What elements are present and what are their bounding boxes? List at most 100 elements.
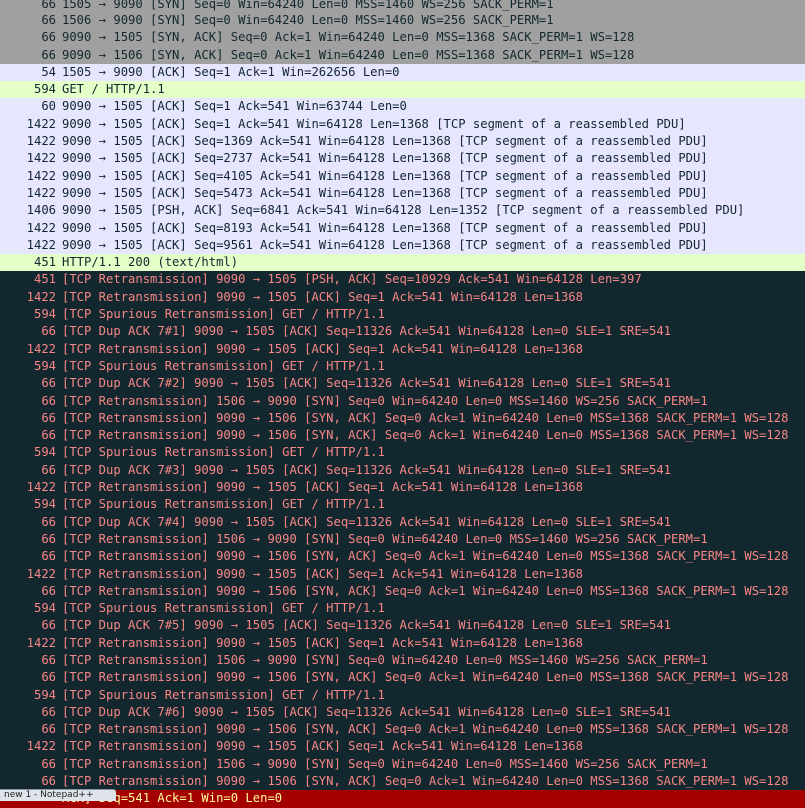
taskbar-notepad-item[interactable]: new 1 - Notepad++ <box>0 789 116 801</box>
packet-row[interactable]: ACK] Seq=541 Ack=1 Win=0 Len=0 <box>0 790 805 808</box>
packet-row[interactable]: 1422 [TCP Retransmission] 9090 → 1505 [AC… <box>0 738 805 756</box>
packet-info: 9090 → 1505 [ACK] Seq=1 Ack=541 Win=6412… <box>62 116 686 131</box>
packet-length: 594 <box>33 445 56 460</box>
packet-length: 66 <box>41 410 56 425</box>
packet-length: 66 <box>41 30 56 45</box>
packet-length: 1422 <box>26 134 56 149</box>
packet-row[interactable]: 66 [TCP Retransmission] 9090 → 1506 [SYN,… <box>0 721 805 739</box>
packet-info: [TCP Retransmission] 1506 → 9090 [SYN] S… <box>62 393 708 408</box>
packet-info: [TCP Retransmission] 9090 → 1506 [SYN, A… <box>62 670 789 685</box>
packet-info: [TCP Dup ACK 7#4] 9090 → 1505 [ACK] Seq=… <box>62 514 672 529</box>
packet-row[interactable]: 66 [TCP Dup ACK 7#5] 9090 → 1505 [ACK] Se… <box>0 617 805 635</box>
packet-row[interactable]: 1422 9090 → 1505 [ACK] Seq=1 Ack=541 Win=… <box>0 115 805 134</box>
packet-length: 451 <box>33 255 56 270</box>
packet-row[interactable]: 594 [TCP Spurious Retransmission] GET / H… <box>0 600 805 618</box>
packet-row[interactable]: 66 [TCP Retransmission] 9090 → 1506 [SYN,… <box>0 427 805 445</box>
packet-row[interactable]: 1422 [TCP Retransmission] 9090 → 1505 [AC… <box>0 288 805 307</box>
packet-length: 66 <box>41 514 56 529</box>
packet-row[interactable]: 451 HTTP/1.1 200 (text/html) <box>0 254 805 272</box>
packet-length: 66 <box>41 462 56 477</box>
packet-info: [TCP Retransmission] 9090 → 1506 [SYN, A… <box>62 774 789 789</box>
packet-length: 1422 <box>26 739 56 754</box>
packet-row[interactable]: 1422 [TCP Retransmission] 9090 → 1505 [AC… <box>0 634 805 652</box>
packet-list[interactable]: 66 1505 → 9090 [SYN] Seq=0 Win=64240 Len=… <box>0 0 805 808</box>
packet-row[interactable]: 66 [TCP Retransmission] 1506 → 9090 [SYN]… <box>0 755 805 774</box>
packet-row[interactable]: 1422 9090 → 1505 [ACK] Seq=1369 Ack=541 W… <box>0 133 805 151</box>
packet-row[interactable]: 66 9090 → 1506 [SYN, ACK] Seq=0 Ack=1 Win… <box>0 46 805 64</box>
packet-info: [TCP Retransmission] 9090 → 1505 [ACK] S… <box>62 635 583 650</box>
packet-row[interactable]: 66 [TCP Dup ACK 7#1] 9090 → 1505 [ACK] Se… <box>0 323 805 341</box>
packet-row[interactable]: 1422 9090 → 1505 [ACK] Seq=2737 Ack=541 W… <box>0 150 805 168</box>
packet-info: [TCP Dup ACK 7#2] 9090 → 1505 [ACK] Seq=… <box>62 376 672 391</box>
packet-length: 1422 <box>26 151 56 166</box>
packet-row[interactable]: 66 1505 → 9090 [SYN] Seq=0 Win=64240 Len=… <box>0 0 805 12</box>
packet-row[interactable]: 594 [TCP Spurious Retransmission] GET / H… <box>0 357 805 376</box>
packet-row[interactable]: 66 [TCP Retransmission] 9090 → 1506 [SYN,… <box>0 582 805 601</box>
packet-row[interactable]: 66 [TCP Retransmission] 9090 → 1506 [SYN,… <box>0 409 805 428</box>
packet-info: 9090 → 1505 [ACK] Seq=4105 Ack=541 Win=6… <box>62 168 708 183</box>
packet-info: [TCP Dup ACK 7#6] 9090 → 1505 [ACK] Seq=… <box>62 704 672 719</box>
packet-length: 1422 <box>26 185 56 200</box>
packet-row[interactable]: 451 [TCP Retransmission] 9090 → 1505 [PSH… <box>0 271 805 289</box>
packet-row[interactable]: 54 1505 → 9090 [ACK] Seq=1 Ack=1 Win=2626… <box>0 63 805 82</box>
packet-row[interactable]: 1422 9090 → 1505 [ACK] Seq=8193 Ack=541 W… <box>0 219 805 237</box>
packet-length: 66 <box>41 549 56 564</box>
packet-row[interactable]: 1422 9090 → 1505 [ACK] Seq=4105 Ack=541 W… <box>0 167 805 185</box>
packet-row[interactable]: 1406 9090 → 1505 [PSH, ACK] Seq=6841 Ack=… <box>0 202 805 220</box>
packet-length: 1406 <box>26 203 56 218</box>
packet-info: [TCP Retransmission] 9090 → 1505 [ACK] S… <box>62 739 583 754</box>
packet-length: 54 <box>41 64 56 79</box>
packet-length: 66 <box>41 324 56 339</box>
packet-info: [TCP Retransmission] 9090 → 1506 [SYN, A… <box>62 583 789 598</box>
packet-row[interactable]: 1422 [TCP Retransmission] 9090 → 1505 [AC… <box>0 479 805 497</box>
packet-length: 594 <box>33 687 56 702</box>
packet-row[interactable]: 594 [TCP Spurious Retransmission] GET / H… <box>0 444 805 462</box>
packet-length: 66 <box>41 704 56 719</box>
packet-row[interactable]: 1422 [TCP Retransmission] 9090 → 1505 [AC… <box>0 340 805 358</box>
packet-length: 451 <box>33 272 56 287</box>
packet-row[interactable]: 66 [TCP Retransmission] 9090 → 1506 [SYN,… <box>0 773 805 791</box>
packet-info: [TCP Spurious Retransmission] GET / HTTP… <box>62 687 385 702</box>
packet-length: 594 <box>33 307 56 322</box>
packet-row[interactable]: 1422 [TCP Retransmission] 9090 → 1505 [AC… <box>0 565 805 583</box>
packet-row[interactable]: 66 [TCP Dup ACK 7#4] 9090 → 1505 [ACK] Se… <box>0 513 805 531</box>
packet-row[interactable]: 1422 9090 → 1505 [ACK] Seq=9561 Ack=541 W… <box>0 236 805 255</box>
packet-info: [TCP Spurious Retransmission] GET / HTTP… <box>62 601 385 616</box>
packet-info: [TCP Retransmission] 9090 → 1506 [SYN, A… <box>62 549 789 564</box>
packet-row[interactable]: 66 [TCP Dup ACK 7#3] 9090 → 1505 [ACK] Se… <box>0 461 805 480</box>
packet-row[interactable]: 1422 9090 → 1505 [ACK] Seq=5473 Ack=541 W… <box>0 184 805 203</box>
packet-row[interactable]: 66 [TCP Dup ACK 7#6] 9090 → 1505 [ACK] Se… <box>0 703 805 722</box>
packet-info: [TCP Retransmission] 9090 → 1505 [ACK] S… <box>62 480 583 495</box>
packet-length: 66 <box>41 670 56 685</box>
packet-info: 9090 → 1505 [ACK] Seq=2737 Ack=541 Win=6… <box>62 151 708 166</box>
packet-info: [TCP Spurious Retransmission] GET / HTTP… <box>62 358 385 373</box>
packet-row[interactable]: 594 [TCP Spurious Retransmission] GET / H… <box>0 686 805 704</box>
packet-row[interactable]: 594 [TCP Spurious Retransmission] GET / H… <box>0 496 805 514</box>
packet-row[interactable]: 66 9090 → 1505 [SYN, ACK] Seq=0 Ack=1 Win… <box>0 29 805 47</box>
packet-length: 66 <box>41 774 56 789</box>
packet-length: 1422 <box>26 220 56 235</box>
packet-row[interactable]: 594 GET / HTTP/1.1 <box>0 81 805 99</box>
packet-length: 66 <box>41 0 56 11</box>
packet-length: 66 <box>41 722 56 737</box>
packet-length: 1422 <box>26 635 56 650</box>
packet-info: GET / HTTP/1.1 <box>62 82 165 97</box>
packet-length: 1422 <box>26 237 56 252</box>
packet-info: [TCP Retransmission] 9090 → 1506 [SYN, A… <box>62 410 789 425</box>
packet-row[interactable]: 66 [TCP Retransmission] 1506 → 9090 [SYN]… <box>0 530 805 549</box>
packet-row[interactable]: 594 [TCP Spurious Retransmission] GET / H… <box>0 306 805 324</box>
packet-info: 9090 → 1506 [SYN, ACK] Seq=0 Ack=1 Win=6… <box>62 47 635 62</box>
packet-row[interactable]: 66 [TCP Retransmission] 1506 → 9090 [SYN]… <box>0 392 805 410</box>
packet-row[interactable]: 60 9090 → 1505 [ACK] Seq=1 Ack=541 Win=63… <box>0 98 805 116</box>
packet-length: 66 <box>41 618 56 633</box>
packet-length: 66 <box>41 13 56 27</box>
packet-length: 1422 <box>26 341 56 356</box>
packet-row[interactable]: 66 1506 → 9090 [SYN] Seq=0 Win=64240 Len=… <box>0 12 805 30</box>
packet-row[interactable]: 66 [TCP Retransmission] 9090 → 1506 [SYN,… <box>0 669 805 687</box>
packet-row[interactable]: 66 [TCP Dup ACK 7#2] 9090 → 1505 [ACK] Se… <box>0 375 805 393</box>
packet-info: 9090 → 1505 [ACK] Seq=8193 Ack=541 Win=6… <box>62 220 708 235</box>
packet-length: 1422 <box>26 168 56 183</box>
packet-row[interactable]: 66 [TCP Retransmission] 1506 → 9090 [SYN]… <box>0 651 805 670</box>
packet-length: 1422 <box>26 289 56 304</box>
packet-row[interactable]: 66 [TCP Retransmission] 9090 → 1506 [SYN,… <box>0 548 805 566</box>
